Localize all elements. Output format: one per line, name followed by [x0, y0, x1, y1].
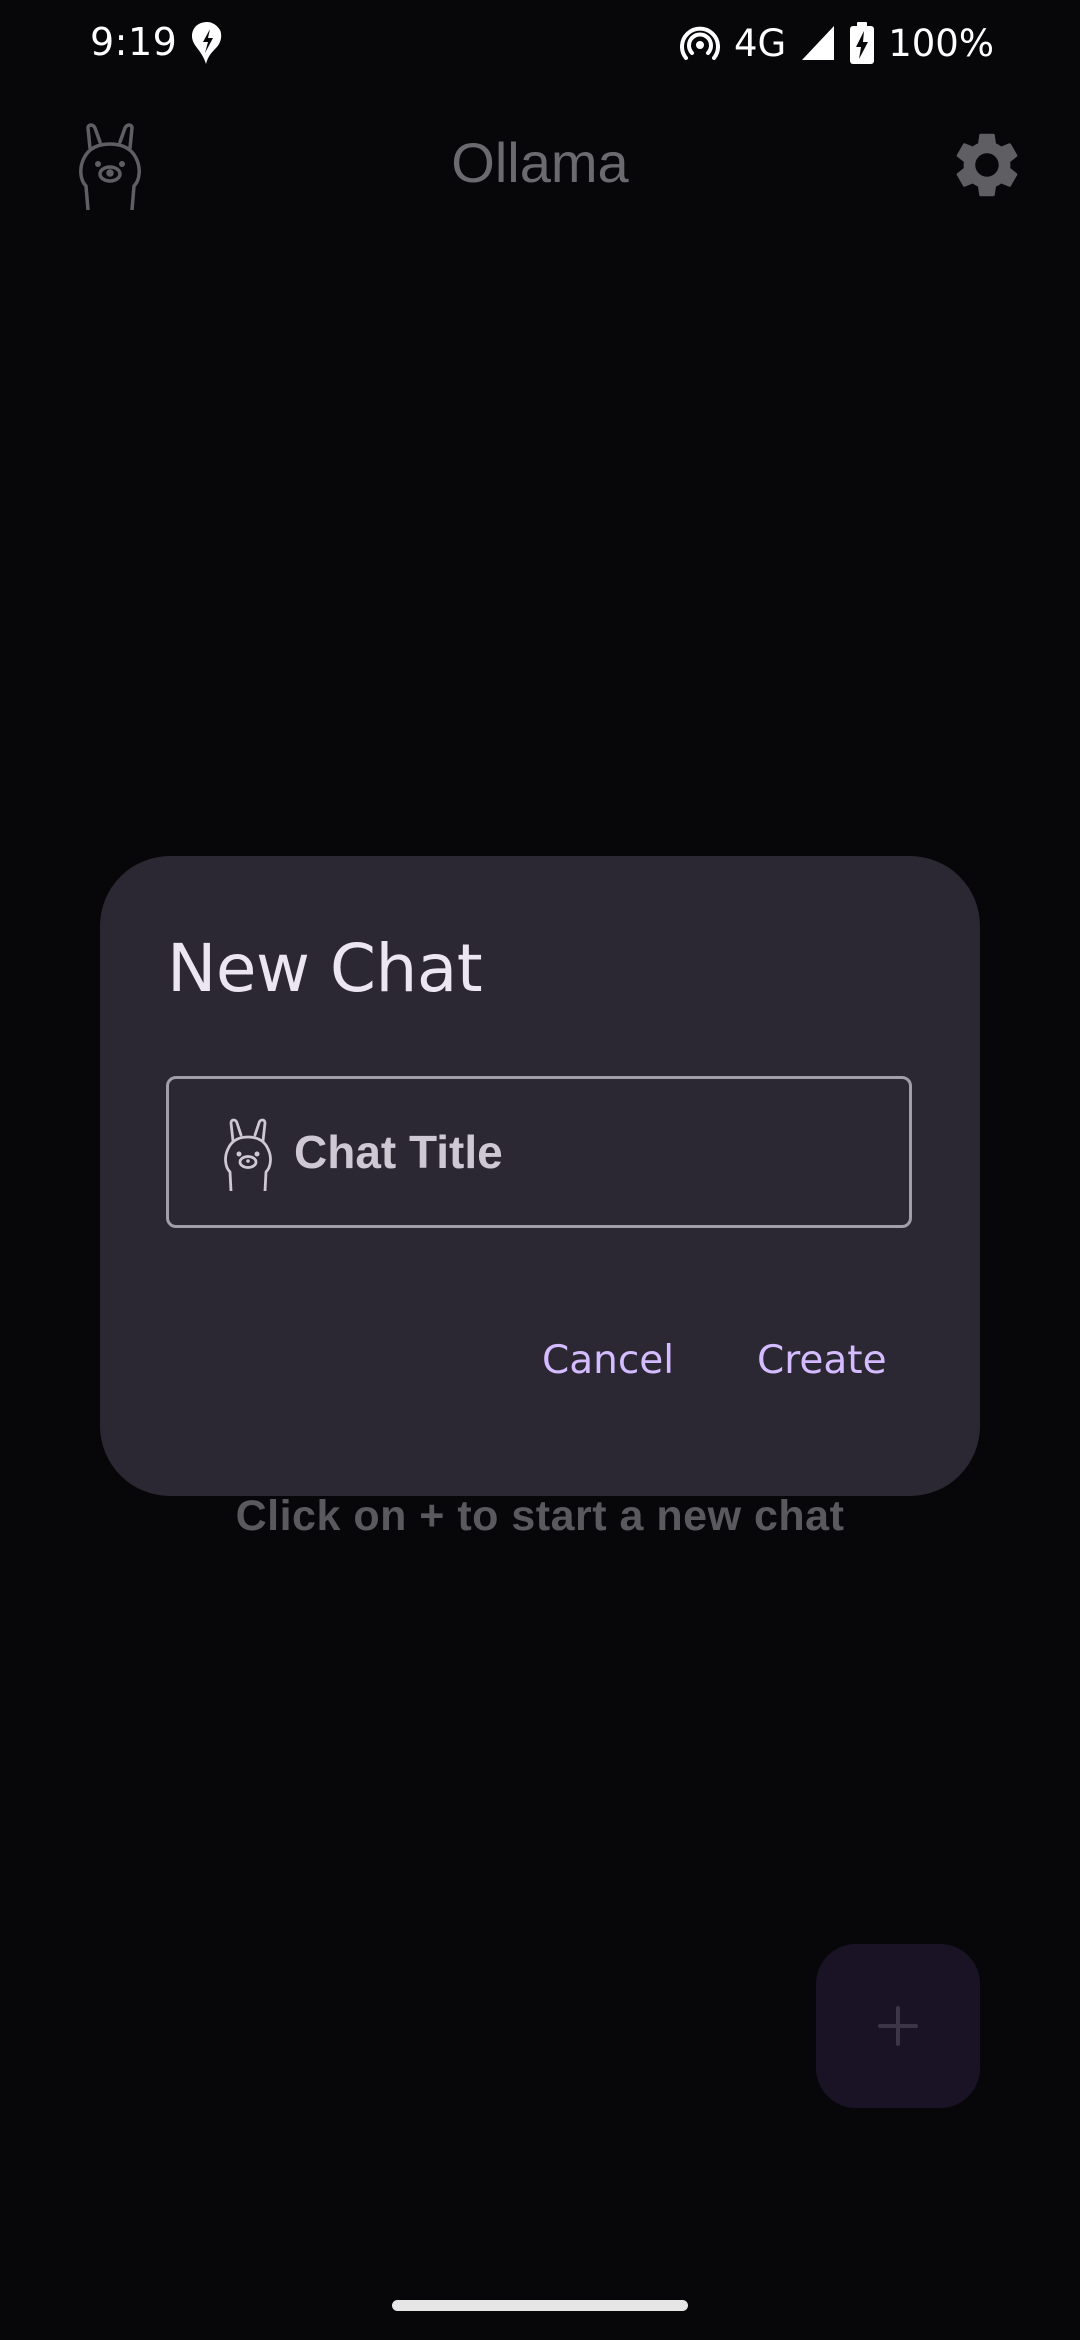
status-right-group: 4G 100%: [680, 18, 994, 68]
app-notification-icon: [192, 22, 222, 64]
app-title: Ollama: [451, 131, 629, 194]
network-type: 4G: [734, 21, 787, 65]
app-bar: Ollama: [0, 100, 1080, 230]
battery-charging-icon: [850, 22, 875, 64]
create-button[interactable]: Create: [747, 1330, 897, 1391]
llama-icon: [224, 1118, 272, 1191]
empty-state-hint: Click on + to start a new chat: [235, 1492, 845, 1540]
plus-icon: [878, 2006, 918, 2046]
chat-title-field[interactable]: [166, 1076, 912, 1228]
status-time: 9:19: [90, 20, 178, 64]
new-chat-fab[interactable]: [816, 1944, 980, 2108]
cancel-button[interactable]: Cancel: [532, 1330, 684, 1391]
chat-title-input[interactable]: [294, 1109, 874, 1195]
dialog-title: New Chat: [167, 930, 483, 1007]
status-bar: 9:19 4G 100%: [0, 0, 1080, 90]
gear-icon[interactable]: [948, 126, 1026, 204]
new-chat-dialog: New Chat Cancel Create: [100, 856, 980, 1496]
battery-percent: 100%: [888, 21, 994, 65]
cell-signal-icon: [802, 26, 835, 60]
hotspot-icon: [680, 26, 720, 60]
navigation-handle[interactable]: [392, 2300, 688, 2311]
